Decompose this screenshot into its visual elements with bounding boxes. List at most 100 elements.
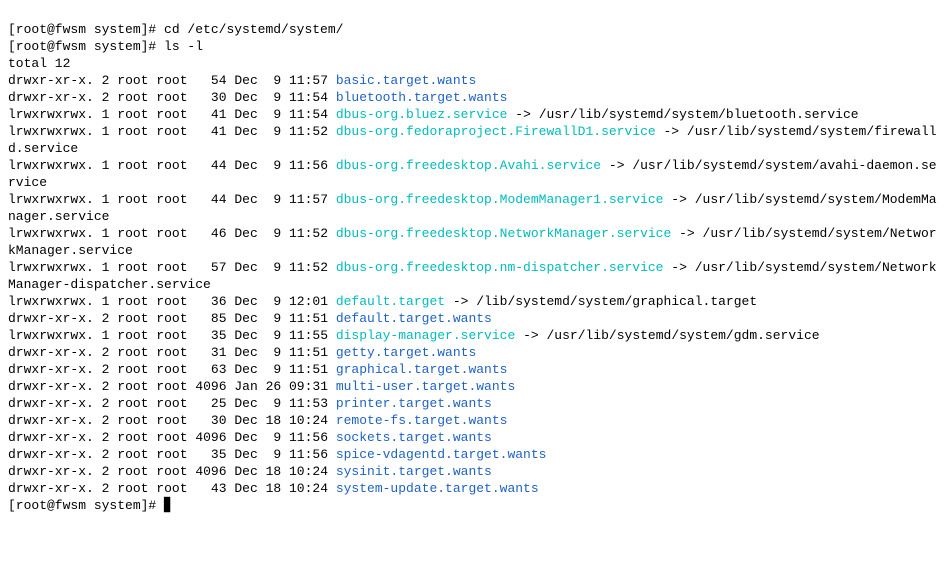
owner: root bbox=[117, 311, 148, 326]
perm: lrwxrwxrwx. bbox=[8, 294, 94, 309]
day: 9 bbox=[266, 430, 282, 445]
file-name-5: dbus-org.freedesktop.ModemManager1.servi… bbox=[336, 192, 664, 207]
size: 54 bbox=[195, 73, 226, 88]
nlink: 2 bbox=[102, 447, 110, 462]
file-name-6: dbus-org.freedesktop.NetworkManager.serv… bbox=[336, 226, 671, 241]
file-name-13: multi-user.target.wants bbox=[336, 379, 515, 394]
time: 10:24 bbox=[289, 413, 328, 428]
owner: root bbox=[117, 396, 148, 411]
day: 9 bbox=[266, 328, 282, 343]
perm: lrwxrwxrwx. bbox=[8, 260, 94, 275]
file-name-8: default.target bbox=[336, 294, 445, 309]
month: Dec bbox=[234, 294, 257, 309]
month: Dec bbox=[234, 192, 257, 207]
day: 9 bbox=[266, 447, 282, 462]
time: 10:24 bbox=[289, 481, 328, 496]
perm: lrwxrwxrwx. bbox=[8, 226, 94, 241]
perm: drwxr-xr-x. bbox=[8, 379, 94, 394]
group: root bbox=[156, 90, 187, 105]
time: 12:01 bbox=[289, 294, 328, 309]
day: 18 bbox=[266, 481, 282, 496]
month: Jan bbox=[234, 379, 257, 394]
time: 11:57 bbox=[289, 192, 328, 207]
file-name-10: display-manager.service bbox=[336, 328, 515, 343]
perm: lrwxrwxrwx. bbox=[8, 192, 94, 207]
perm: drwxr-xr-x. bbox=[8, 345, 94, 360]
group: root bbox=[156, 481, 187, 496]
size: 4096 bbox=[195, 430, 226, 445]
time: 10:24 bbox=[289, 464, 328, 479]
time: 11:51 bbox=[289, 311, 328, 326]
nlink: 1 bbox=[102, 294, 110, 309]
nlink: 2 bbox=[102, 396, 110, 411]
day: 9 bbox=[266, 294, 282, 309]
nlink: 2 bbox=[102, 379, 110, 394]
time: 11:52 bbox=[289, 260, 328, 275]
link-target-10: /usr/lib/systemd/system/gdm.service bbox=[547, 328, 820, 343]
group: root bbox=[156, 396, 187, 411]
size: 44 bbox=[195, 192, 226, 207]
file-name-4: dbus-org.freedesktop.Avahi.service bbox=[336, 158, 601, 173]
file-name-1: bluetooth.target.wants bbox=[336, 90, 508, 105]
nlink: 1 bbox=[102, 328, 110, 343]
perm: lrwxrwxrwx. bbox=[8, 124, 94, 139]
month: Dec bbox=[234, 260, 257, 275]
month: Dec bbox=[234, 396, 257, 411]
time: 11:57 bbox=[289, 73, 328, 88]
month: Dec bbox=[234, 90, 257, 105]
group: root bbox=[156, 192, 187, 207]
file-name-18: sysinit.target.wants bbox=[336, 464, 492, 479]
day: 18 bbox=[266, 464, 282, 479]
owner: root bbox=[117, 430, 148, 445]
nlink: 2 bbox=[102, 464, 110, 479]
time: 11:51 bbox=[289, 362, 328, 377]
arrow: -> bbox=[671, 260, 687, 275]
nlink: 2 bbox=[102, 345, 110, 360]
time: 11:56 bbox=[289, 447, 328, 462]
owner: root bbox=[117, 158, 148, 173]
month: Dec bbox=[234, 362, 257, 377]
group: root bbox=[156, 362, 187, 377]
size: 36 bbox=[195, 294, 226, 309]
arrow: -> bbox=[671, 192, 687, 207]
ls-total: total 12 bbox=[8, 56, 70, 71]
owner: root bbox=[117, 226, 148, 241]
file-name-14: printer.target.wants bbox=[336, 396, 492, 411]
shell-prompt: [root@fwsm system]# bbox=[8, 39, 164, 54]
file-name-7: dbus-org.freedesktop.nm-dispatcher.servi… bbox=[336, 260, 664, 275]
size: 30 bbox=[195, 413, 226, 428]
owner: root bbox=[117, 192, 148, 207]
size: 31 bbox=[195, 345, 226, 360]
cursor-icon[interactable]: ▋ bbox=[164, 498, 174, 513]
size: 43 bbox=[195, 481, 226, 496]
file-name-0: basic.target.wants bbox=[336, 73, 476, 88]
owner: root bbox=[117, 328, 148, 343]
nlink: 2 bbox=[102, 481, 110, 496]
month: Dec bbox=[234, 430, 257, 445]
owner: root bbox=[117, 73, 148, 88]
terminal-output: [root@fwsm system]# cd /etc/systemd/syst… bbox=[8, 21, 939, 514]
size: 35 bbox=[195, 447, 226, 462]
time: 11:55 bbox=[289, 328, 328, 343]
month: Dec bbox=[234, 73, 257, 88]
group: root bbox=[156, 328, 187, 343]
file-name-3: dbus-org.fedoraproject.FirewallD1.servic… bbox=[336, 124, 656, 139]
day: 9 bbox=[266, 158, 282, 173]
month: Dec bbox=[234, 226, 257, 241]
arrow: -> bbox=[609, 158, 625, 173]
time: 11:54 bbox=[289, 90, 328, 105]
group: root bbox=[156, 430, 187, 445]
group: root bbox=[156, 379, 187, 394]
arrow: -> bbox=[515, 107, 531, 122]
day: 9 bbox=[266, 124, 282, 139]
group: root bbox=[156, 73, 187, 88]
nlink: 1 bbox=[102, 158, 110, 173]
month: Dec bbox=[234, 464, 257, 479]
group: root bbox=[156, 464, 187, 479]
group: root bbox=[156, 447, 187, 462]
month: Dec bbox=[234, 413, 257, 428]
group: root bbox=[156, 294, 187, 309]
day: 26 bbox=[266, 379, 282, 394]
group: root bbox=[156, 158, 187, 173]
nlink: 2 bbox=[102, 362, 110, 377]
